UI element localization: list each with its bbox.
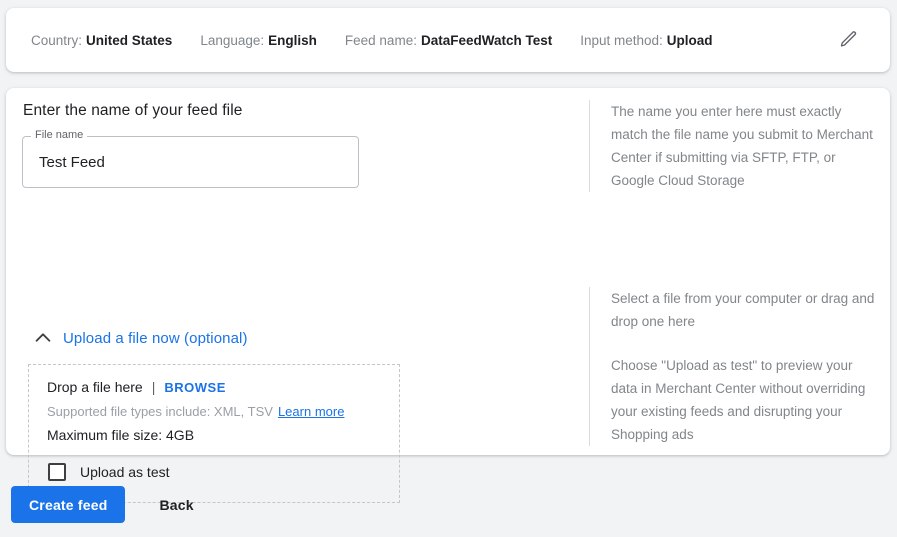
upload-as-test-checkbox[interactable]	[48, 463, 66, 481]
summary-items: Country: United States Language: English…	[31, 8, 865, 72]
dropzone-separator: |	[152, 379, 156, 395]
help-text-file-name: The name you enter here must exactly mat…	[611, 100, 879, 192]
summary-label-input-method: Input method:	[580, 33, 663, 48]
back-button[interactable]: Back	[149, 486, 203, 523]
summary-value-language: English	[268, 33, 317, 48]
summary-label-feed-name: Feed name:	[345, 33, 417, 48]
create-feed-button[interactable]: Create feed	[11, 486, 125, 523]
summary-label-country: Country:	[31, 33, 82, 48]
summary-value-input-method: Upload	[667, 33, 713, 48]
summary-value-feed-name: DataFeedWatch Test	[421, 33, 552, 48]
edit-summary-button[interactable]	[831, 23, 865, 57]
page-title: Enter the name of your feed file	[23, 102, 242, 120]
dropzone-supported-types-row: Supported file types include: XML, TSV L…	[47, 404, 344, 419]
summary-label-language: Language:	[200, 33, 264, 48]
feed-summary-card: Country: United States Language: English…	[6, 8, 890, 72]
summary-value-country: United States	[86, 33, 172, 48]
footer-actions: Create feed Back	[11, 486, 204, 523]
help-panel-file-name: The name you enter here must exactly mat…	[589, 100, 879, 192]
chevron-up-icon	[32, 327, 54, 349]
summary-item-feed-name: Feed name: DataFeedWatch Test	[345, 33, 552, 48]
browse-button[interactable]: BROWSE	[164, 380, 226, 395]
supported-file-types-text: Supported file types include: XML, TSV	[47, 404, 273, 419]
page-root: Country: United States Language: English…	[0, 0, 897, 537]
summary-item-input-method: Input method: Upload	[580, 33, 712, 48]
pencil-icon	[837, 29, 859, 51]
learn-more-link[interactable]: Learn more	[278, 404, 344, 419]
dropzone-drop-text: Drop a file here	[47, 379, 143, 395]
max-file-size-text: Maximum file size: 4GB	[47, 427, 194, 443]
help-panel-upload: Select a file from your computer or drag…	[589, 287, 879, 446]
upload-file-expander[interactable]: Upload a file now (optional)	[32, 327, 248, 349]
feed-file-card: Enter the name of your feed file File na…	[6, 88, 890, 455]
help-text-upload-as-test: Choose "Upload as test" to preview your …	[611, 354, 879, 446]
dropzone-primary-row: Drop a file here | BROWSE	[47, 379, 226, 395]
upload-as-test-label: Upload as test	[80, 464, 170, 480]
file-name-input[interactable]	[23, 137, 358, 187]
file-dropzone[interactable]: Drop a file here | BROWSE Supported file…	[28, 364, 400, 503]
help-text-select-file: Select a file from your computer or drag…	[611, 287, 879, 333]
upload-file-expander-label: Upload a file now (optional)	[63, 330, 248, 347]
summary-item-country: Country: United States	[31, 33, 172, 48]
file-name-field-wrapper: File name	[22, 136, 359, 188]
summary-item-language: Language: English	[200, 33, 317, 48]
upload-as-test-row[interactable]: Upload as test	[48, 463, 170, 481]
